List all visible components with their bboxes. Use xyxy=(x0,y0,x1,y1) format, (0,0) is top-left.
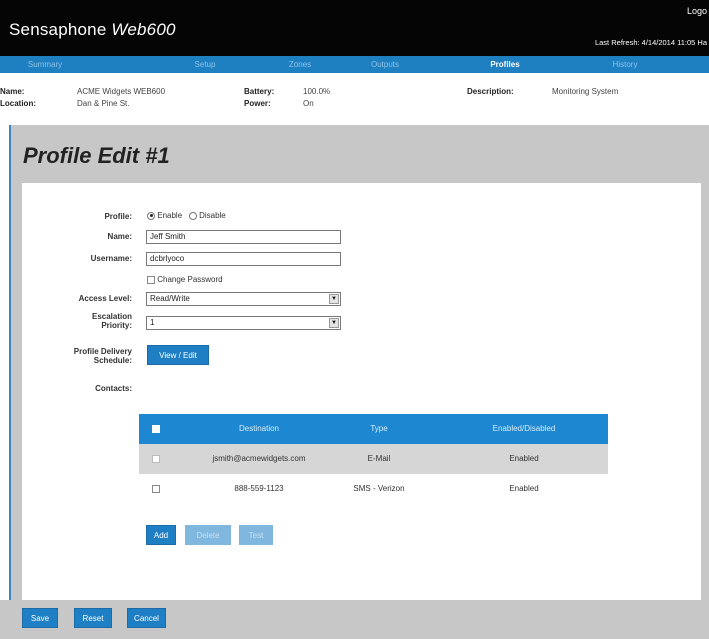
name-input[interactable]: Jeff Smith xyxy=(146,230,341,244)
form-footer: Save Reset Cancel xyxy=(0,600,709,639)
delivery-label-line2: Schedule: xyxy=(93,356,132,365)
reset-button[interactable]: Reset xyxy=(74,608,112,628)
contacts-table-row[interactable]: 888-559-1123 SMS - Verizon Enabled xyxy=(139,474,608,504)
tab-outputs[interactable]: Outputs xyxy=(340,56,430,73)
column-header-status: Enabled/Disabled xyxy=(492,424,556,433)
logout-link[interactable]: Logo xyxy=(687,6,707,16)
chevron-down-icon: ▼ xyxy=(329,318,339,328)
device-name-label: Name: xyxy=(0,87,25,96)
app-title: Sensaphone Web600 xyxy=(9,20,176,40)
battery-label: Battery: xyxy=(244,87,275,96)
profile-label: Profile: xyxy=(104,212,132,221)
delete-contact-button[interactable]: Delete xyxy=(185,525,231,545)
power-value: On xyxy=(303,99,314,108)
contacts-label: Contacts: xyxy=(95,384,132,393)
power-label: Power: xyxy=(244,99,271,108)
row-checkbox[interactable] xyxy=(152,455,160,463)
contact-status: Enabled xyxy=(509,484,539,493)
escalation-label-line1: Escalation xyxy=(91,312,132,321)
username-input[interactable]: dcbrlyoco xyxy=(146,252,341,266)
tab-history[interactable]: History xyxy=(580,56,670,73)
contact-destination: jsmith@acmewidgets.com xyxy=(212,454,306,463)
profile-form: Profile: Enable Disable Name: Jeff Smith… xyxy=(22,183,701,601)
cancel-button[interactable]: Cancel xyxy=(127,608,166,628)
contact-status: Enabled xyxy=(509,454,539,463)
enable-radio[interactable] xyxy=(147,211,155,220)
tab-summary[interactable]: Summary xyxy=(0,56,90,73)
username-label: Username: xyxy=(90,254,132,263)
profile-edit-panel: Profile Edit #1 Profile: Enable Disable … xyxy=(9,125,709,639)
main-nav: Summary Setup Zones Outputs Profiles His… xyxy=(0,56,709,73)
test-contact-button[interactable]: Test xyxy=(239,525,273,545)
profile-radio-group: Enable Disable xyxy=(147,211,226,220)
disable-radio-label: Disable xyxy=(199,211,226,220)
add-contact-button[interactable]: Add xyxy=(146,525,176,545)
contact-destination: 888-559-1123 xyxy=(234,484,284,493)
escalation-priority-value: 1 xyxy=(150,318,155,327)
chevron-down-icon: ▼ xyxy=(329,294,339,304)
escalation-label-line2: Priority: xyxy=(101,321,132,330)
column-header-destination: Destination xyxy=(238,424,280,433)
device-name-value: ACME Widgets WEB600 xyxy=(77,87,166,96)
save-button[interactable]: Save xyxy=(22,608,58,628)
change-password-label: Change Password xyxy=(157,275,223,284)
select-all-checkbox[interactable] xyxy=(152,425,160,433)
view-edit-schedule-button[interactable]: View / Edit xyxy=(147,345,209,365)
contacts-table-header: Destination Type Enabled/Disabled xyxy=(139,414,608,444)
device-location-value: Dan & Pine St. xyxy=(77,99,130,108)
access-level-value: Read/Write xyxy=(150,294,190,303)
model-name: Web600 xyxy=(111,20,176,39)
escalation-priority-select[interactable]: 1 ▼ xyxy=(146,316,341,330)
device-location-label: Location: xyxy=(0,99,36,108)
contacts-table-row[interactable]: jsmith@acmewidgets.com E-Mail Enabled xyxy=(139,444,608,474)
change-password-checkbox[interactable] xyxy=(147,275,155,284)
last-refresh-text: Last Refresh: 4/14/2014 11:05 Ha xyxy=(594,38,707,47)
device-info-bar: Name: ACME Widgets WEB600 Location: Dan … xyxy=(0,73,709,121)
column-header-type: Type xyxy=(370,424,388,433)
row-checkbox[interactable] xyxy=(152,485,160,493)
name-label: Name: xyxy=(107,232,132,241)
escalation-priority-label: Escalation Priority: xyxy=(22,312,132,330)
tab-profiles[interactable]: Profiles xyxy=(460,56,550,73)
access-level-select[interactable]: Read/Write ▼ xyxy=(146,292,341,306)
battery-value: 100.0% xyxy=(303,87,331,96)
delivery-label-line1: Profile Delivery xyxy=(73,347,132,356)
delivery-schedule-label: Profile Delivery Schedule: xyxy=(22,347,132,365)
enable-radio-label: Enable xyxy=(157,211,183,220)
change-password-row: Change Password xyxy=(147,275,223,284)
description-label: Description: xyxy=(467,87,514,96)
disable-radio[interactable] xyxy=(188,211,197,220)
contacts-table: Destination Type Enabled/Disabled jsmith… xyxy=(139,414,608,504)
tab-zones[interactable]: Zones xyxy=(255,56,345,73)
contact-type: E-Mail xyxy=(367,454,391,463)
page-title: Profile Edit #1 xyxy=(23,143,170,168)
app-header: Sensaphone Web600 Logo Last Refresh: 4/1… xyxy=(0,0,709,56)
brand-name: Sensaphone xyxy=(9,20,107,39)
tab-setup[interactable]: Setup xyxy=(160,56,250,73)
description-value: Monitoring System xyxy=(552,87,619,96)
contact-type: SMS - Verizon xyxy=(353,484,405,493)
access-level-label: Access Level: xyxy=(78,294,132,303)
